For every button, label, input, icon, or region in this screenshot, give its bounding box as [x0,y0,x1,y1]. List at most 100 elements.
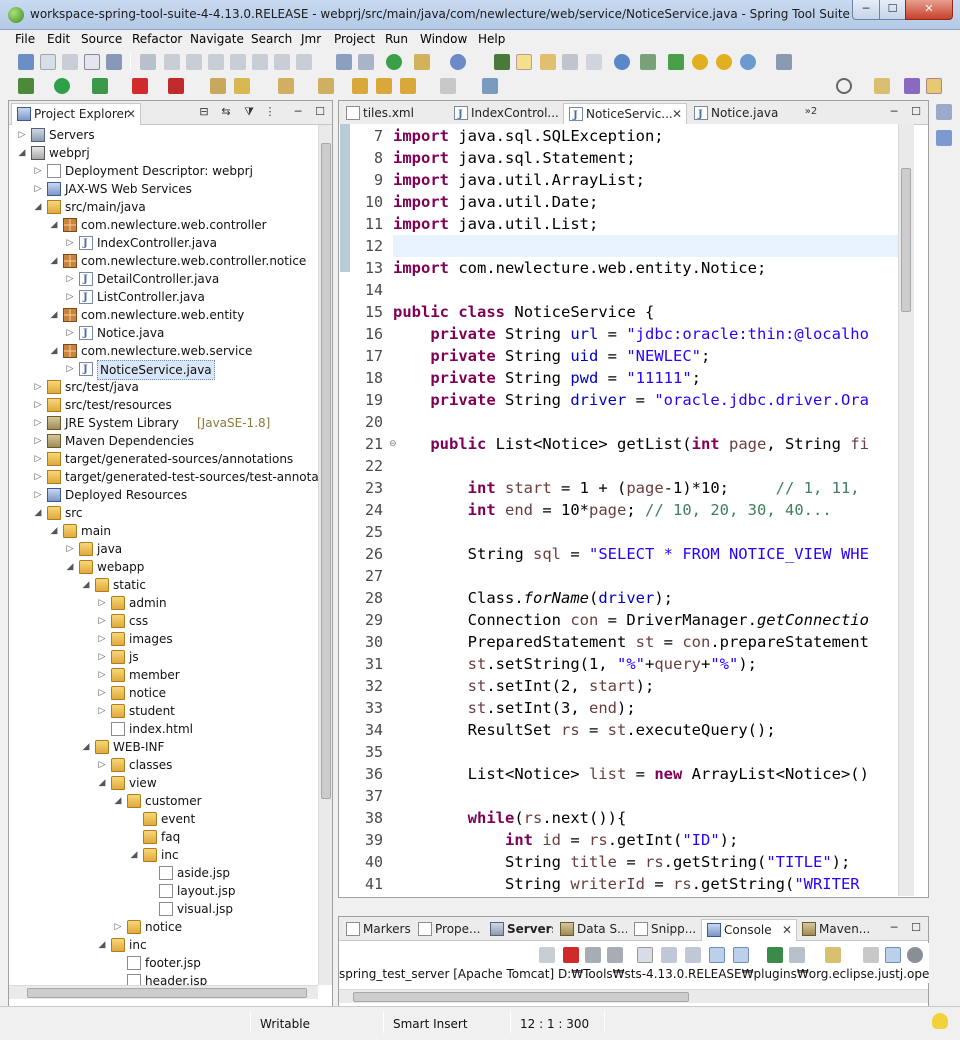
terminate-icon[interactable] [208,54,224,70]
maximize-button[interactable]: ☐ [879,0,906,20]
menu-source[interactable]: Source [81,32,122,46]
more-tabs-button[interactable]: »2 [801,105,821,119]
debug-icon[interactable] [18,78,34,94]
open-console-icon[interactable] [825,947,841,963]
expanded-arrow-icon[interactable]: ◢ [49,252,59,270]
pin-console-icon[interactable] [767,947,783,963]
minimize-button[interactable]: ─ [852,0,880,20]
collapsed-arrow-icon[interactable]: ▷ [97,648,107,666]
search-icon[interactable] [836,78,852,94]
collapsed-arrow-icon[interactable]: ▷ [65,360,75,378]
restore-icon[interactable] [936,104,952,120]
collapsed-arrow-icon[interactable]: ▷ [65,540,75,558]
save-icon[interactable] [40,54,56,70]
collapsed-arrow-icon[interactable]: ▷ [33,180,43,198]
tree-item[interactable]: ◢ com.newlecture.web.controller.notice [9,252,319,270]
collapsed-arrow-icon[interactable]: ▷ [97,612,107,630]
expanded-arrow-icon[interactable]: ◢ [97,774,107,792]
tree-item[interactable]: ◢ WEB-INF [9,738,319,756]
collapsed-arrow-icon[interactable]: ▷ [33,414,43,432]
step-return-icon[interactable] [296,54,312,70]
tree-item[interactable]: ▷ Deployment Descriptor: webprj [9,162,319,180]
spring-boot-icon[interactable] [386,54,402,70]
tree-item[interactable]: ◢ src [9,504,319,522]
use-step-filters-icon[interactable] [358,54,374,70]
tree-item[interactable]: ▷ target/generated-sources/annotations [9,450,319,468]
menu-project[interactable]: Project [334,32,375,46]
tree-vertical-scrollbar[interactable] [318,125,332,985]
menu-file[interactable]: File [15,32,35,46]
tree-item[interactable]: ▷ src/test/java [9,378,319,396]
outline-icon[interactable] [936,130,952,146]
expanded-arrow-icon[interactable]: ◢ [17,144,27,162]
expanded-arrow-icon[interactable]: ◢ [49,522,59,540]
tree-item[interactable]: ▷ IndexController.java [9,234,319,253]
toggle-mark-occurrences-icon[interactable] [516,54,532,70]
tree-item[interactable]: ▷ student [9,702,319,720]
terminate-icon[interactable] [563,947,579,963]
new-server-icon[interactable] [414,54,430,70]
expanded-arrow-icon[interactable]: ◢ [33,198,43,216]
collapsed-arrow-icon[interactable]: ▷ [17,126,27,144]
view-menu-icon[interactable] [863,947,879,963]
expanded-arrow-icon[interactable]: ◢ [49,306,59,324]
word-wrap-icon[interactable] [685,947,701,963]
console-horizontal-scrollbar[interactable] [339,989,928,1003]
tab-maven[interactable]: Maven... [797,919,873,941]
tab-index-controller[interactable]: IndexControl... [449,103,563,125]
collapsed-arrow-icon[interactable]: ▷ [33,396,43,414]
run-icon[interactable] [54,78,70,94]
clear-console-icon[interactable] [637,947,653,963]
task-icon[interactable] [640,54,656,70]
show-whitespace-icon[interactable] [586,54,602,70]
tree-item[interactable]: ▷ member [9,666,319,684]
tree-item[interactable]: index.html [9,720,319,738]
tree-hscroll-thumb[interactable] [27,988,307,998]
editor-vertical-scrollbar[interactable] [898,124,914,896]
tree-item[interactable]: layout.jsp [9,882,319,900]
disconnect-icon[interactable] [230,54,246,70]
tree-item[interactable]: ▷ java [9,540,319,558]
save-all-icon[interactable] [62,54,78,70]
debug-perspective-icon[interactable] [904,78,920,94]
menu-search[interactable]: Search [251,32,292,46]
tree-item[interactable]: ▷ images [9,630,319,648]
tree-item[interactable]: ▷ js [9,648,319,666]
tab-snippets[interactable]: Snipp... [629,919,701,941]
tree-item[interactable]: ▷ Notice.java [9,324,319,343]
tree-item[interactable]: ◢ com.newlecture.web.service [9,342,319,360]
last-edit-icon[interactable] [352,78,368,94]
next-annotation-icon[interactable] [278,78,294,94]
collapsed-arrow-icon[interactable]: ▷ [97,702,107,720]
remove-all-icon[interactable] [607,947,623,963]
tree-item[interactable]: ▷ src/test/resources [9,396,319,414]
resume-icon[interactable] [164,54,180,70]
tree-item[interactable]: visual.jsp [9,900,319,918]
suspend-icon[interactable] [186,54,202,70]
collapsed-arrow-icon[interactable]: ▷ [65,288,75,306]
tree-item[interactable]: ◢ inc [9,846,319,864]
close-icon[interactable]: ✕ [782,920,792,940]
close-button[interactable]: ✕ [905,0,953,20]
collapsed-arrow-icon[interactable]: ▷ [97,630,107,648]
forward-icon[interactable] [440,78,456,94]
tree-item[interactable]: aside.jsp [9,864,319,882]
run-coverage-icon[interactable] [92,78,108,94]
tree-item[interactable]: ▷ notice [9,918,319,936]
open-project-icon[interactable] [210,78,226,94]
tree-item[interactable]: ◢ main [9,522,319,540]
settings-icon[interactable] [776,54,792,70]
tree-item[interactable]: ▷ css [9,612,319,630]
tree-item[interactable]: ▷ Servers [9,126,319,144]
external-tools-icon[interactable] [168,78,184,94]
tab-properties[interactable]: Prope... [413,919,483,941]
tree-item[interactable]: ▷ ListController.java [9,288,319,307]
step-over-icon[interactable] [274,54,290,70]
tree-item[interactable]: ◢ static [9,576,319,594]
settings-icon[interactable] [907,947,923,963]
java-stack-trace-icon[interactable] [885,947,901,963]
tab-notice-service[interactable]: NoticeServic... ✕ [563,103,687,125]
print-icon[interactable] [84,54,100,70]
step-into-icon[interactable] [252,54,268,70]
collapsed-arrow-icon[interactable]: ▷ [33,378,43,396]
